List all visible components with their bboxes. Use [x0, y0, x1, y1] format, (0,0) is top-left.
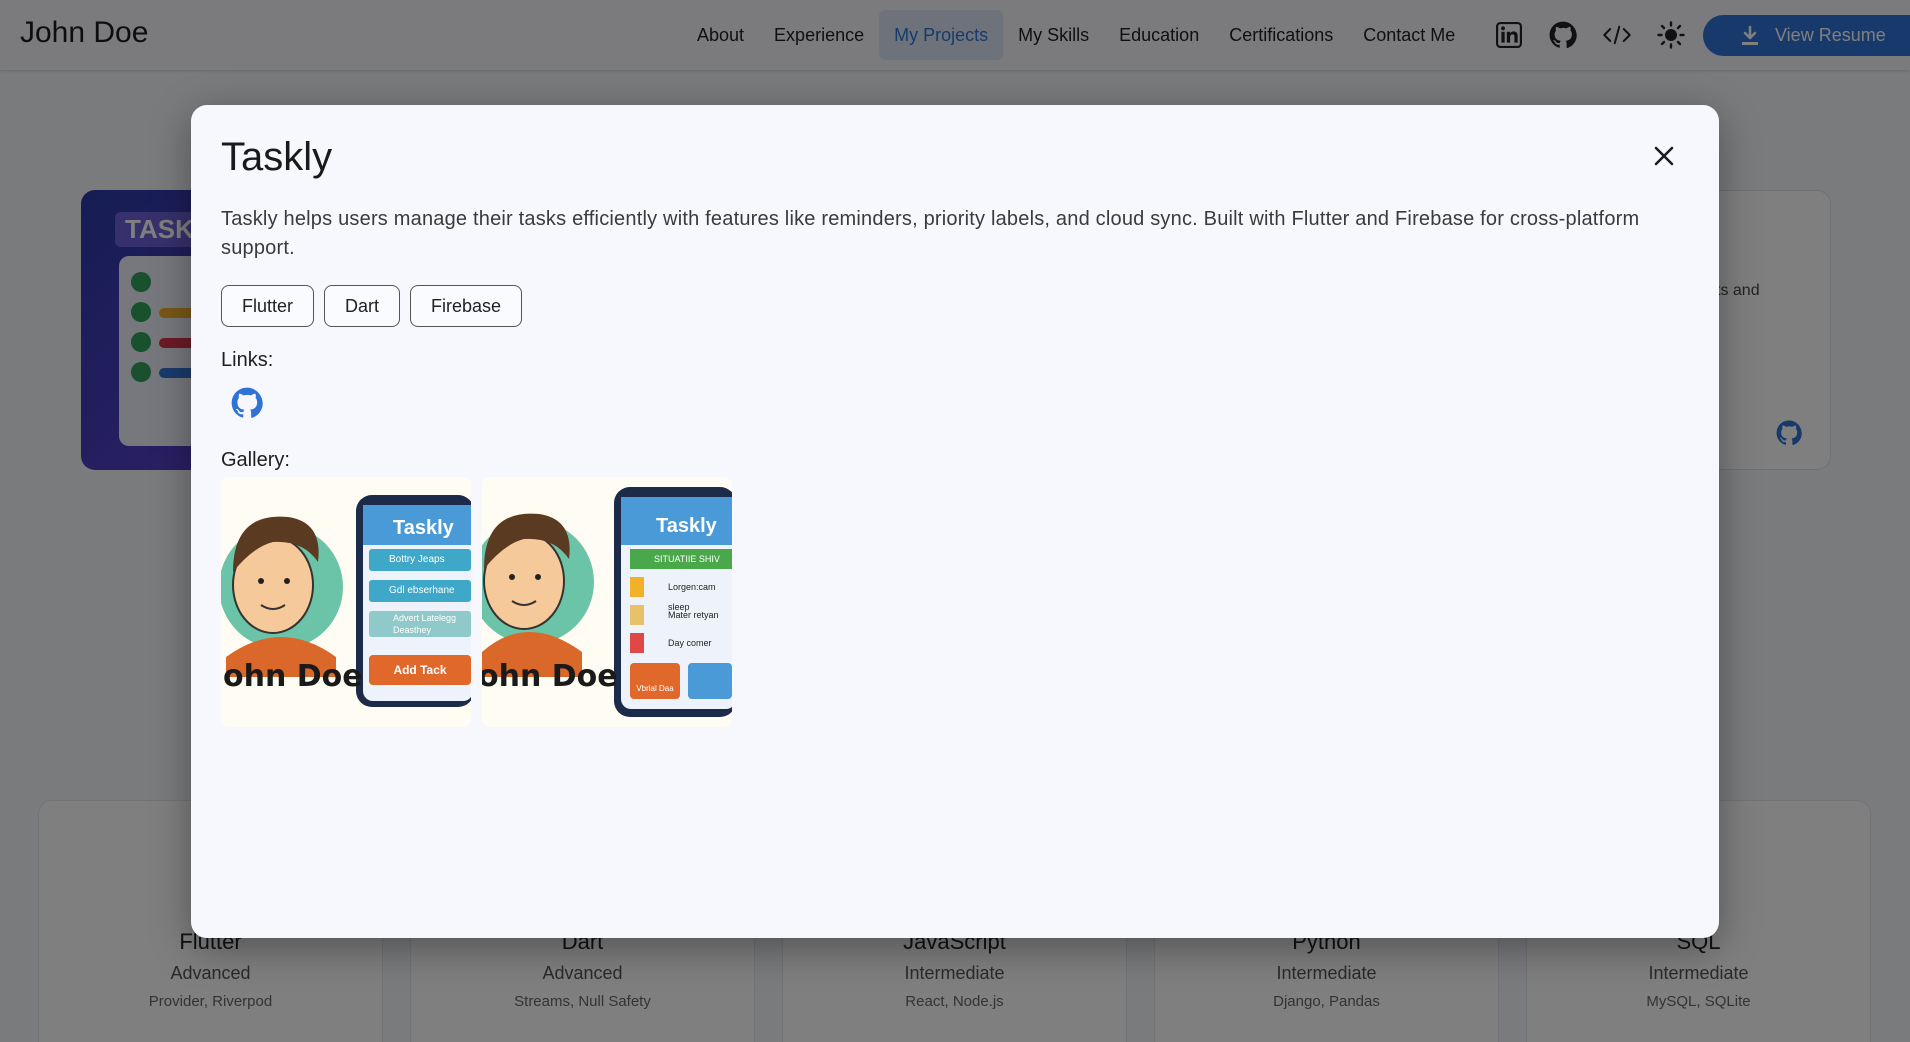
gallery-secondary-button	[688, 663, 732, 699]
gallery-list-item: Gdl ebserhane	[369, 580, 471, 602]
gallery-person-name: ohn Doe	[482, 659, 618, 694]
gallery-list-item: Bottry Jeaps	[369, 549, 471, 571]
gallery-list-item: Advert Latelegg Deasthey	[369, 611, 471, 637]
project-description: Taskly helps users manage their tasks ef…	[221, 208, 1640, 259]
gallery: ohn Doe Taskly Bottry Jeaps Gdl ebserhan…	[221, 477, 732, 727]
tech-chip-flutter[interactable]: Flutter	[221, 285, 315, 327]
gallery-image[interactable]: ohn Doe Taskly SITUATIIE SHIV Lorgen:cam…	[482, 477, 732, 727]
tech-chip-dart[interactable]: Dart	[324, 285, 401, 327]
gallery-add-button: Add Tack	[369, 655, 471, 685]
gallery-list-item: Lorgen:cam sleep	[630, 577, 732, 612]
modal-title: Taskly	[221, 135, 333, 179]
gallery-label: Gallery:	[221, 449, 290, 471]
gallery-app-title: Taskly	[656, 515, 717, 537]
gallery-list-item: Mater retyan	[630, 605, 732, 625]
links-label: Links:	[221, 349, 274, 371]
gallery-app-title: Taskly	[393, 517, 454, 539]
close-button[interactable]	[1649, 141, 1679, 171]
gallery-image[interactable]: ohn Doe Taskly Bottry Jeaps Gdl ebserhan…	[221, 477, 471, 727]
github-icon[interactable]	[231, 387, 263, 419]
gallery-add-button: Vbrial Daa	[630, 663, 680, 699]
gallery-list-item: Day comer	[630, 633, 732, 653]
tech-chip-firebase[interactable]: Firebase	[410, 285, 523, 327]
gallery-list-item: SITUATIIE SHIV	[630, 549, 732, 569]
tech-chips: Flutter Dart Firebase	[221, 285, 523, 327]
project-modal: Taskly Taskly helps users manage their t…	[191, 105, 1719, 938]
gallery-person-name: ohn Doe	[223, 659, 363, 694]
close-icon	[1654, 146, 1674, 166]
